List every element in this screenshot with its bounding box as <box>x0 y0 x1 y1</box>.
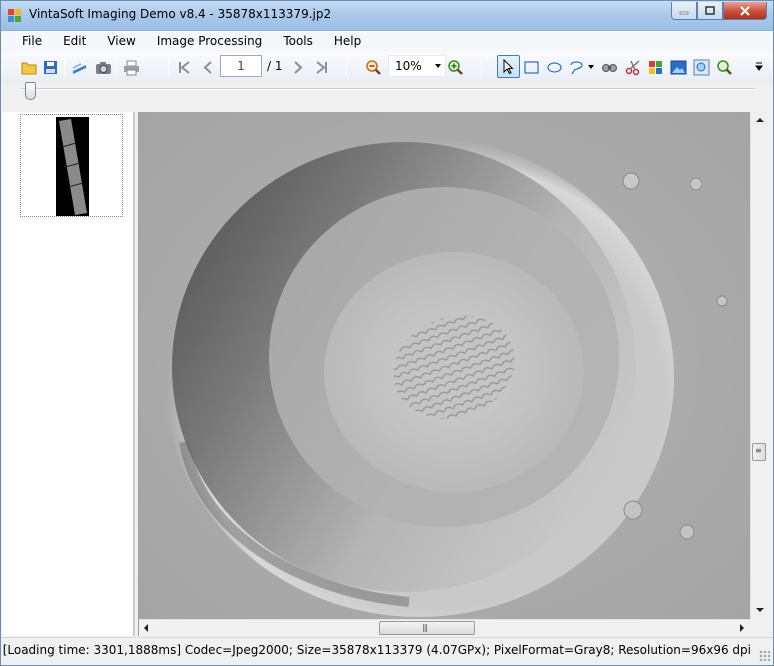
save-button[interactable] <box>40 57 60 77</box>
thumbnail-size-slider[interactable] <box>1 82 773 112</box>
status-text: [Loading time: 3301,1888ms] Codec=Jpeg20… <box>2 643 751 657</box>
title-bar[interactable]: VintaSoft Imaging Demo v8.4 - 35878x1133… <box>1 1 773 31</box>
close-button[interactable] <box>723 2 767 20</box>
pan-tool-button[interactable] <box>599 57 619 77</box>
overflow-icon <box>755 62 763 71</box>
page-number-input[interactable]: 1 <box>220 55 262 77</box>
crop-icon <box>625 59 639 75</box>
menu-tools[interactable]: Tools <box>269 31 320 52</box>
rectangle-select-icon <box>523 60 539 74</box>
prev-page-icon <box>203 60 212 74</box>
last-page-button[interactable] <box>311 57 331 77</box>
image-tool-icon <box>670 60 686 74</box>
maximize-icon <box>705 5 715 15</box>
pan-tool-icon <box>601 63 617 72</box>
maximize-button[interactable] <box>697 2 723 20</box>
zoom-tool-icon <box>716 59 732 75</box>
color-picker-button[interactable] <box>645 57 665 77</box>
close-icon <box>740 5 750 16</box>
first-page-icon <box>178 60 190 74</box>
lasso-select-icon <box>569 60 583 74</box>
scroll-left-arrow[interactable] <box>144 624 148 632</box>
horizontal-scrollbar[interactable]: ||| <box>139 619 750 636</box>
scroll-up-arrow[interactable] <box>756 118 764 122</box>
chevron-down-icon <box>588 65 594 69</box>
menu-image-processing[interactable]: Image Processing <box>143 31 269 52</box>
crater-image <box>139 112 750 619</box>
save-icon <box>43 60 57 74</box>
menu-file[interactable]: File <box>1 31 49 52</box>
camera-icon <box>95 61 111 74</box>
app-window: VintaSoft Imaging Demo v8.4 - 35878x1133… <box>0 0 774 666</box>
menu-bar: File Edit View Image Processing Tools He… <box>1 31 773 52</box>
image-viewer[interactable] <box>139 112 750 619</box>
menu-help[interactable]: Help <box>320 31 368 52</box>
vertical-scroll-thumb[interactable]: ≡ <box>752 443 766 461</box>
rectangle-select-button[interactable] <box>521 57 541 77</box>
zoom-out-button[interactable] <box>363 57 383 77</box>
crop-button[interactable] <box>623 57 643 77</box>
page-thumbnail[interactable] <box>20 114 123 217</box>
scroll-down-arrow[interactable] <box>756 608 764 612</box>
vertical-scrollbar[interactable]: ≡ <box>750 112 767 619</box>
toolbar-overflow-button[interactable] <box>753 57 765 77</box>
last-page-icon <box>315 60 327 74</box>
zoom-in-button[interactable] <box>445 57 465 77</box>
open-icon <box>21 62 36 74</box>
toolbar <box>1 52 773 82</box>
menu-view[interactable]: View <box>93 31 142 52</box>
zoom-value: 10% <box>395 59 422 73</box>
status-bar: [Loading time: 3301,1888ms] Codec=Jpeg20… <box>1 637 773 665</box>
first-page-button[interactable] <box>174 57 194 77</box>
print-button[interactable] <box>121 57 141 77</box>
page-total-label: / 1 <box>267 59 283 73</box>
print-icon <box>123 60 139 75</box>
scan-icon <box>72 62 86 74</box>
window-title: VintaSoft Imaging Demo v8.4 - 35878x1133… <box>29 7 332 21</box>
scroll-right-arrow[interactable] <box>740 624 744 632</box>
lasso-select-button[interactable] <box>566 57 586 77</box>
zoom-tool-button[interactable] <box>714 57 734 77</box>
horizontal-scroll-thumb[interactable]: ||| <box>379 621 475 635</box>
ellipse-select-icon <box>546 61 562 73</box>
pointer-tool-button[interactable] <box>497 55 520 78</box>
pointer-tool-icon <box>503 58 514 75</box>
ellipse-select-button[interactable] <box>544 57 564 77</box>
next-page-icon <box>293 60 302 74</box>
slider-track <box>21 88 755 90</box>
thumbnail-pane <box>2 112 134 636</box>
image-tool-button[interactable] <box>668 57 688 77</box>
open-button[interactable] <box>19 57 39 77</box>
next-page-button[interactable] <box>287 57 307 77</box>
scan-button[interactable] <box>69 57 89 77</box>
magnifier-tool-button[interactable] <box>691 57 711 77</box>
resize-grip[interactable] <box>759 650 770 661</box>
magnifier-tool-icon <box>693 59 709 75</box>
zoom-in-icon <box>447 59 463 75</box>
camera-button[interactable] <box>93 57 113 77</box>
zoom-out-icon <box>365 59 381 75</box>
zoom-dropdown-icon[interactable] <box>435 64 441 68</box>
minimize-button[interactable] <box>671 2 697 20</box>
lasso-dropdown-button[interactable] <box>585 57 597 77</box>
scrollbar-corner <box>750 619 767 636</box>
thumbnail-image <box>56 117 89 216</box>
slider-thumb[interactable] <box>25 82 36 100</box>
minimize-icon <box>679 11 689 14</box>
prev-page-button[interactable] <box>198 57 218 77</box>
color-picker-icon <box>648 60 662 74</box>
menu-edit[interactable]: Edit <box>49 31 93 52</box>
app-icon <box>8 9 21 22</box>
